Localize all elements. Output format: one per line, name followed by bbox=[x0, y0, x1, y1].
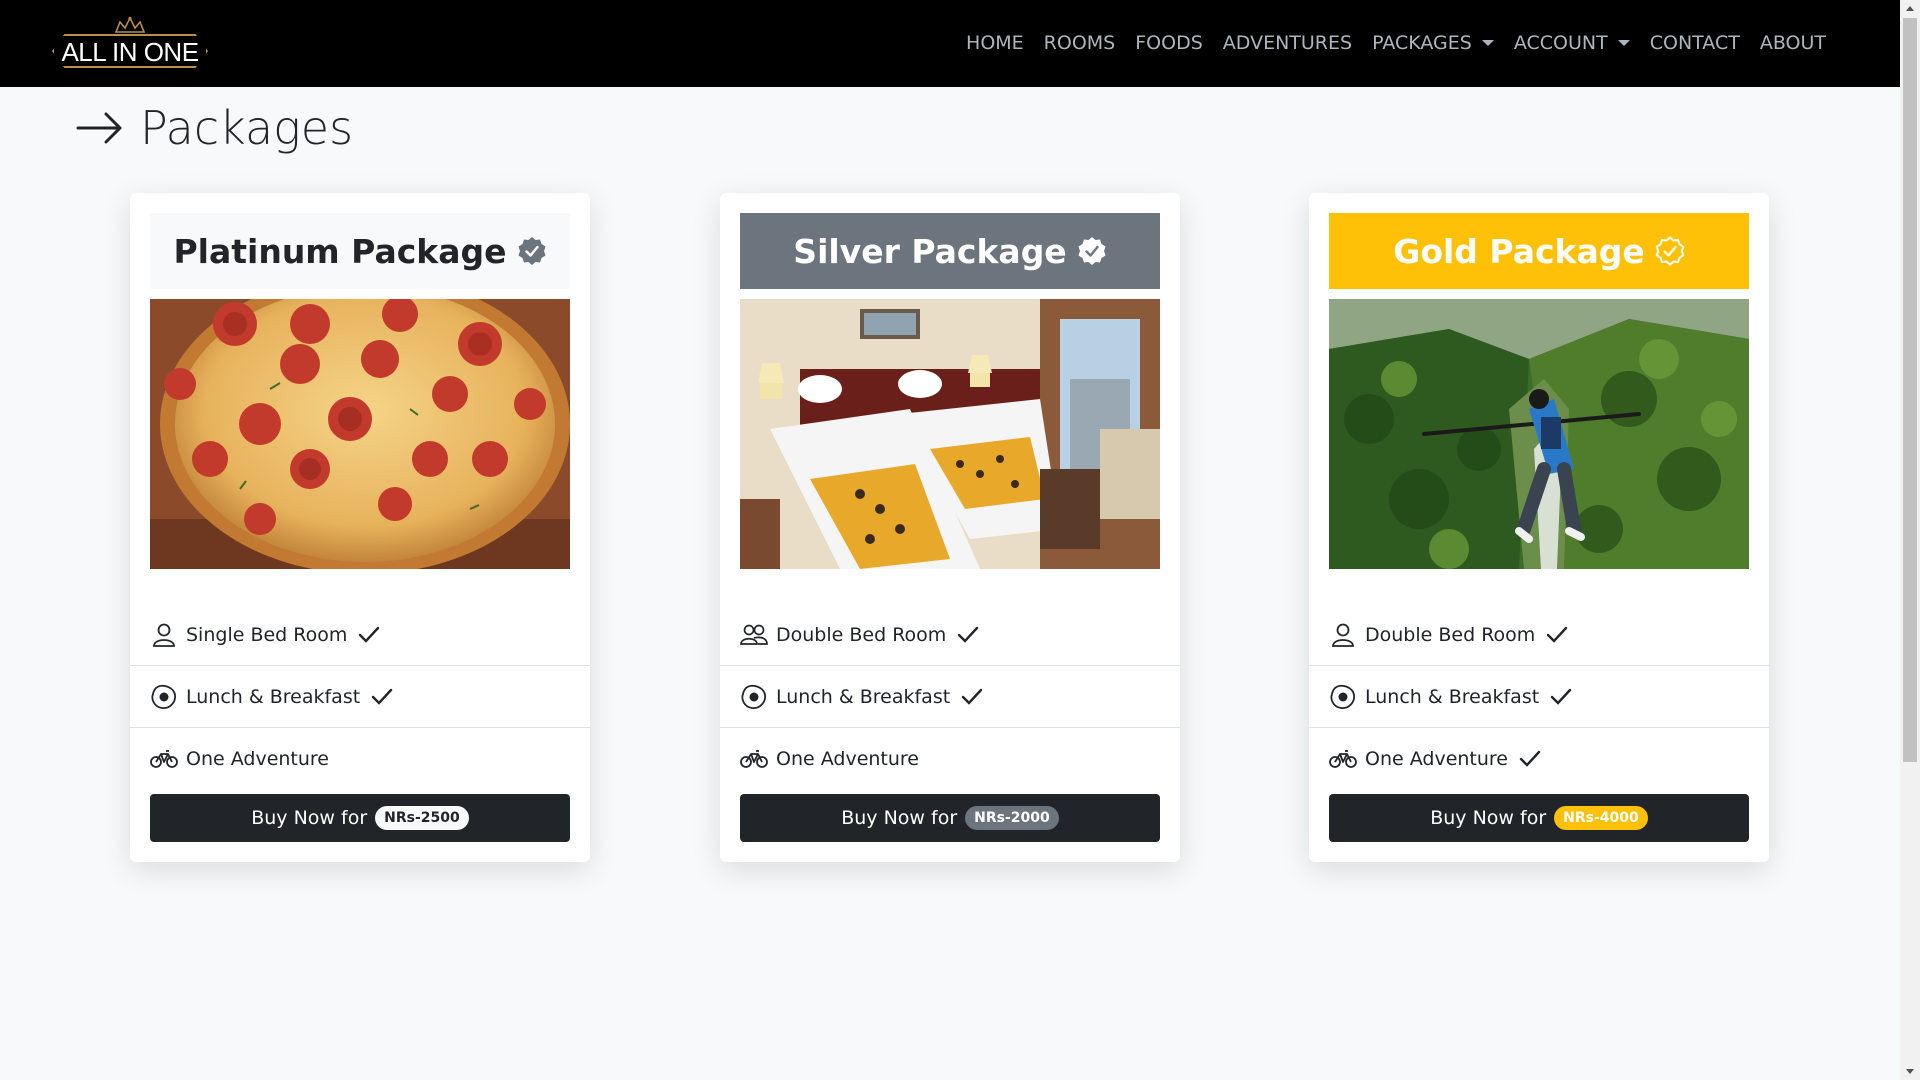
feature-label: Lunch & Breakfast bbox=[1365, 685, 1540, 708]
package-card-gold: Gold Package Double Bed Room Lunch & Bre… bbox=[1309, 193, 1769, 862]
feature-label: One Adventure bbox=[1365, 748, 1509, 770]
feature-adventure: One Adventure bbox=[1309, 728, 1769, 790]
feature-label: Lunch & Breakfast bbox=[776, 685, 951, 708]
nav-home-label: HOME bbox=[966, 32, 1024, 54]
scrollbar[interactable] bbox=[1900, 0, 1920, 1080]
person-icon bbox=[153, 623, 175, 647]
feature-meals: Lunch & Breakfast bbox=[720, 666, 1180, 728]
package-card-silver: Silver Package Double Bed Room Lunch & B… bbox=[720, 193, 1180, 862]
card-header: Platinum Package bbox=[150, 213, 570, 289]
scroll-up-arrow-icon[interactable] bbox=[1906, 6, 1914, 11]
verified-outline-icon bbox=[1655, 236, 1685, 266]
person-icon bbox=[1332, 623, 1354, 647]
nav-account-label: ACCOUNT bbox=[1513, 32, 1608, 54]
feature-label: One Adventure bbox=[186, 748, 330, 770]
verified-filled-icon bbox=[1078, 237, 1106, 265]
nav-about-label: ABOUT bbox=[1759, 32, 1826, 54]
nav-rooms[interactable]: ROOMS bbox=[1034, 28, 1126, 58]
bicycle-icon bbox=[150, 750, 178, 768]
people-icon bbox=[740, 624, 768, 645]
feature-label: Double Bed Room bbox=[776, 623, 947, 646]
check-icon bbox=[1519, 750, 1541, 767]
page-heading: Packages bbox=[76, 98, 353, 158]
check-icon bbox=[359, 626, 380, 643]
feature-room: Double Bed Room bbox=[1309, 604, 1769, 666]
feature-room: Double Bed Room bbox=[720, 604, 1180, 666]
feature-room: Single Bed Room bbox=[130, 604, 590, 666]
buy-label: Buy Now for bbox=[841, 807, 958, 829]
egg-fried-icon bbox=[741, 684, 766, 709]
package-title: Platinum Package bbox=[173, 231, 507, 271]
feature-label: Double Bed Room bbox=[1365, 623, 1536, 646]
hotel-room-image bbox=[740, 299, 1160, 569]
package-title: Silver Package bbox=[793, 231, 1067, 271]
bicycle-icon bbox=[740, 750, 768, 768]
buy-now-button[interactable]: Buy Now for NRs-4000 bbox=[1329, 794, 1749, 842]
buy-label: Buy Now for bbox=[251, 807, 368, 829]
caret-down-icon bbox=[1481, 40, 1494, 46]
feature-adventure: One Adventure bbox=[720, 728, 1180, 790]
bungee-jump-image bbox=[1329, 299, 1749, 569]
feature-meals: Lunch & Breakfast bbox=[130, 666, 590, 728]
scrollbar-thumb[interactable] bbox=[1903, 18, 1917, 762]
feature-label: One Adventure bbox=[776, 748, 920, 770]
card-header: Gold Package bbox=[1329, 213, 1749, 289]
egg-fried-icon bbox=[1330, 684, 1355, 709]
price-badge: NRs-2000 bbox=[965, 806, 1059, 830]
nav-foods-label: FOODS bbox=[1135, 32, 1203, 54]
nav-account-dropdown[interactable]: ACCOUNT bbox=[1504, 28, 1640, 58]
brand-logo[interactable]: ALL IN ONE bbox=[52, 16, 208, 72]
buy-now-button[interactable]: Buy Now for NRs-2000 bbox=[740, 794, 1160, 842]
feature-label: Lunch & Breakfast bbox=[186, 685, 361, 708]
feature-label: Single Bed Room bbox=[186, 623, 348, 646]
navbar: ALL IN ONE HOME ROOMS FOODS ADVENTURES P… bbox=[0, 0, 1900, 87]
caret-down-icon bbox=[1617, 40, 1630, 46]
price-badge: NRs-4000 bbox=[1554, 806, 1648, 830]
logo-text: ALL IN ONE bbox=[61, 37, 199, 67]
check-icon bbox=[961, 688, 983, 705]
buy-now-button[interactable]: Buy Now for NRs-2500 bbox=[150, 794, 570, 842]
nav-packages-dropdown[interactable]: PACKAGES bbox=[1362, 28, 1504, 58]
buy-label: Buy Now for bbox=[1430, 807, 1547, 829]
card-header: Silver Package bbox=[740, 213, 1160, 289]
arrow-right-icon bbox=[76, 112, 122, 144]
nav-about[interactable]: ABOUT bbox=[1750, 28, 1836, 58]
page-title: Packages bbox=[140, 101, 354, 155]
feature-meals: Lunch & Breakfast bbox=[1309, 666, 1769, 728]
pizza-image bbox=[150, 299, 570, 569]
nav-contact[interactable]: CONTACT bbox=[1640, 28, 1750, 58]
feature-adventure: One Adventure bbox=[130, 728, 590, 790]
check-icon bbox=[1547, 626, 1568, 643]
nav-adventures[interactable]: ADVENTURES bbox=[1213, 28, 1362, 58]
nav-contact-label: CONTACT bbox=[1649, 32, 1740, 54]
main-nav: HOME ROOMS FOODS ADVENTURES PACKAGES ACC… bbox=[956, 28, 1836, 58]
egg-fried-icon bbox=[151, 684, 176, 709]
verified-filled-icon bbox=[518, 237, 546, 265]
package-title: Gold Package bbox=[1393, 231, 1645, 271]
price-badge: NRs-2500 bbox=[375, 806, 469, 830]
check-icon bbox=[958, 626, 979, 643]
nav-adventures-label: ADVENTURES bbox=[1222, 32, 1353, 54]
nav-foods[interactable]: FOODS bbox=[1125, 28, 1213, 58]
check-icon bbox=[1550, 688, 1572, 705]
package-card-platinum: Platinum Package Single Bed Room Lunch &… bbox=[130, 193, 590, 862]
nav-rooms-label: ROOMS bbox=[1043, 32, 1116, 54]
crown-icon bbox=[114, 16, 146, 33]
nav-home[interactable]: HOME bbox=[956, 28, 1034, 58]
check-icon bbox=[371, 688, 393, 705]
scroll-down-arrow-icon[interactable] bbox=[1906, 1069, 1914, 1074]
bicycle-icon bbox=[1329, 750, 1357, 768]
nav-packages-label: PACKAGES bbox=[1372, 32, 1472, 54]
